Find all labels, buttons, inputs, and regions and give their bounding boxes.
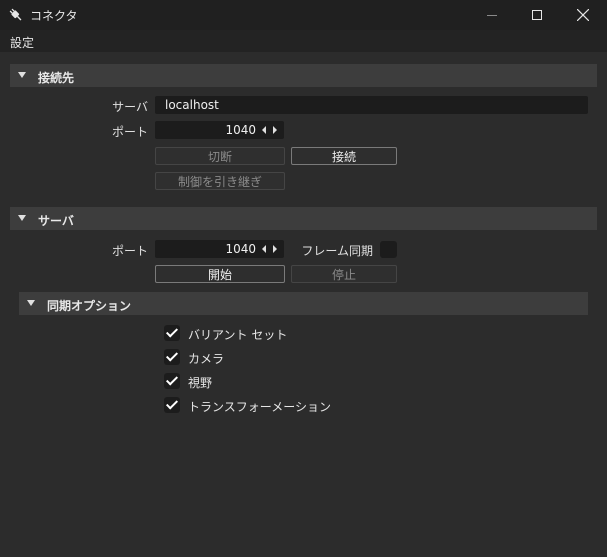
camera-label: カメラ xyxy=(188,352,225,366)
server-section-title: サーバ xyxy=(38,214,74,228)
maximize-button[interactable] xyxy=(514,0,560,30)
connection-port-stepper[interactable]: 1040 xyxy=(155,121,284,139)
transformation-label: トランスフォーメーション xyxy=(188,400,332,414)
collapse-arrow-icon xyxy=(27,300,35,306)
sync-options-section-header[interactable]: 同期オプション xyxy=(19,292,588,315)
transformation-checkbox[interactable] xyxy=(164,397,180,413)
server-port-value: 1040 xyxy=(225,242,256,256)
window-title: コネクタ xyxy=(30,9,78,23)
field-of-view-label: 視野 xyxy=(188,376,213,390)
camera-checkbox[interactable] xyxy=(164,349,180,365)
minimize-icon xyxy=(487,15,497,16)
connection-port-value: 1040 xyxy=(225,123,256,137)
frame-sync-checkbox[interactable] xyxy=(380,241,397,258)
close-icon xyxy=(577,9,589,21)
connection-section-title: 接続先 xyxy=(38,71,75,85)
server-address-input[interactable]: localhost xyxy=(155,96,588,114)
collapse-arrow-icon xyxy=(18,72,26,78)
start-server-button[interactable]: 開始 xyxy=(155,265,285,283)
sync-options-section-title: 同期オプション xyxy=(47,299,132,313)
take-control-button[interactable]: 制御を引き継ぎ xyxy=(155,172,285,190)
collapse-arrow-icon xyxy=(18,215,26,221)
increment-arrow-icon[interactable] xyxy=(273,245,277,253)
connection-section-header[interactable]: 接続先 xyxy=(10,64,597,87)
title-bar: コネクタ xyxy=(0,0,607,30)
decrement-arrow-icon[interactable] xyxy=(262,126,266,134)
connect-button[interactable]: 接続 xyxy=(291,147,397,165)
menu-bar: 設定 xyxy=(0,30,607,52)
field-of-view-checkbox[interactable] xyxy=(164,373,180,389)
plug-icon xyxy=(8,7,24,23)
close-button[interactable] xyxy=(560,0,606,30)
frame-sync-label: フレーム同期 xyxy=(301,244,373,258)
server-section-header[interactable]: サーバ xyxy=(10,207,597,230)
server-port-stepper[interactable]: 1040 xyxy=(155,240,284,258)
minimize-button[interactable] xyxy=(469,0,515,30)
server-port-label: ポート xyxy=(111,244,148,258)
decrement-arrow-icon[interactable] xyxy=(262,245,266,253)
increment-arrow-icon[interactable] xyxy=(273,126,277,134)
maximize-icon xyxy=(532,10,542,20)
variant-set-checkbox[interactable] xyxy=(164,325,180,341)
variant-set-label: バリアント セット xyxy=(188,328,288,342)
disconnect-button[interactable]: 切断 xyxy=(155,147,285,165)
server-label: サーバ xyxy=(112,100,148,114)
connection-port-label: ポート xyxy=(111,125,148,139)
menu-settings[interactable]: 設定 xyxy=(10,34,34,51)
stop-server-button[interactable]: 停止 xyxy=(291,265,397,283)
server-address-value: localhost xyxy=(165,98,219,112)
